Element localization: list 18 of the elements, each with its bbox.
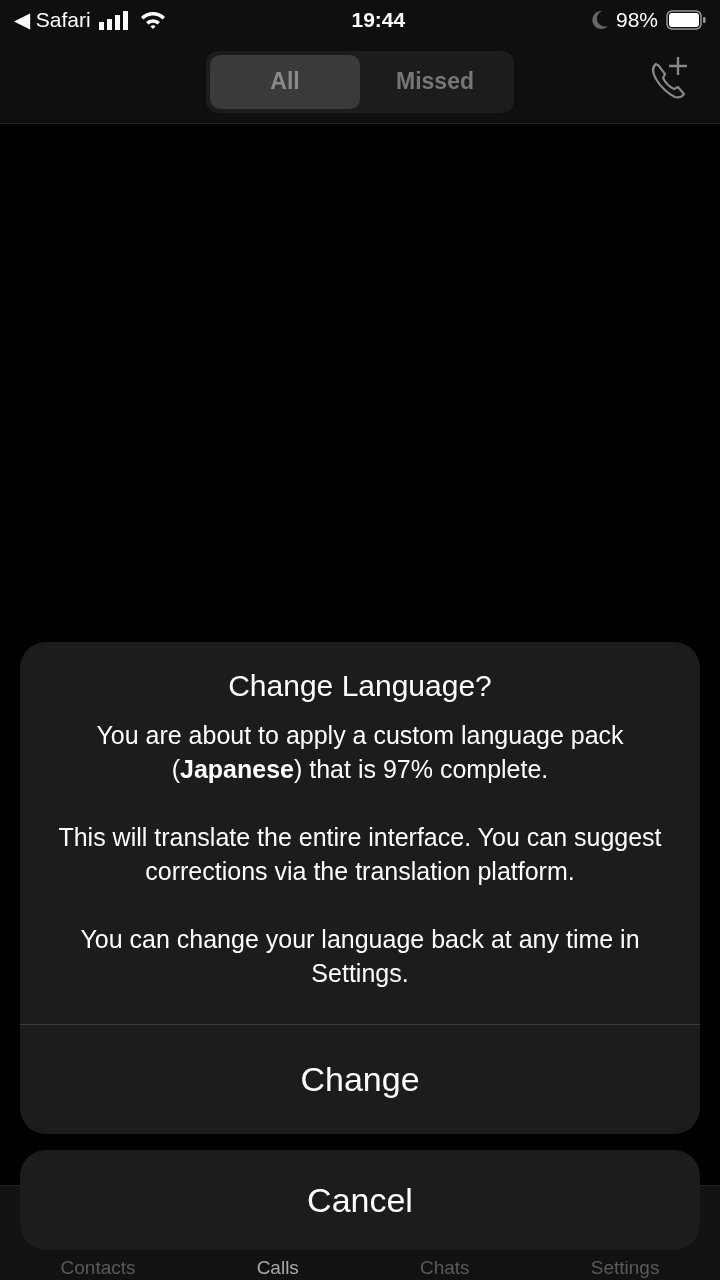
tab-bar-item[interactable]: Settings <box>590 1257 660 1279</box>
segment-tab[interactable]: All <box>210 54 360 109</box>
change-button[interactable]: Change <box>20 1024 700 1134</box>
cancel-button[interactable]: Cancel <box>20 1150 700 1250</box>
battery-percent: 98% <box>615 7 658 34</box>
clock-time: 19:44 <box>351 7 406 34</box>
tab-bar-item[interactable]: Contacts <box>60 1257 136 1279</box>
tab-bar-item[interactable]: Calls <box>256 1257 299 1279</box>
tab-bar-item[interactable]: Chats <box>420 1257 470 1279</box>
signal-icon <box>98 10 131 30</box>
segment-tab[interactable]: Missed <box>360 54 510 109</box>
alert-message: This will translate the entire interface. You can suggest corrections via the translation platform. <box>57 822 663 887</box>
alert-message: You are about to apply a custom language pack (Japanese) that is 97% complete. <box>95 720 625 785</box>
moon-icon <box>589 10 608 30</box>
alert-message: You can change your language back at any time in Settings. <box>79 924 641 989</box>
battery-icon <box>666 10 706 30</box>
alert-title: Change Language? <box>227 668 493 704</box>
back-app-link[interactable]: ◀ Safari <box>14 4 91 36</box>
